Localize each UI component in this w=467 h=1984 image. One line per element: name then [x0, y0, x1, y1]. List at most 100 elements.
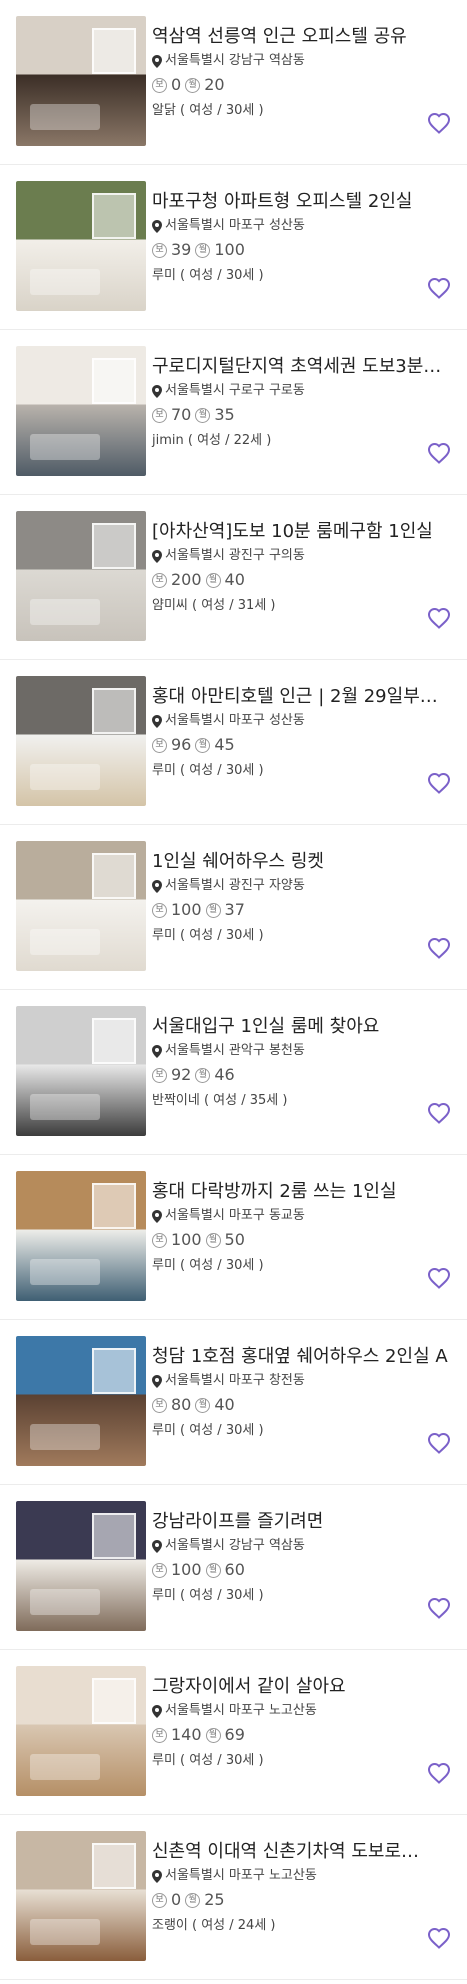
location-pin-icon [152, 549, 162, 563]
listing-address: 서울특별시 마포구 노고산동 [165, 1703, 317, 1718]
listing-host: 알닭 ( 여성 / 30세 ) [152, 103, 264, 118]
photo-furniture-shape [30, 599, 100, 625]
heart-icon[interactable] [427, 1432, 451, 1454]
deposit-badge: 보 [152, 1232, 167, 1248]
rent-value: 46 [214, 1065, 235, 1084]
listing-photo [16, 1666, 146, 1796]
deposit-badge: 보 [152, 572, 167, 588]
location-pin-icon [152, 1539, 162, 1553]
rent-value: 37 [224, 900, 245, 919]
listing-address-row: 서울특별시 강남구 역삼동 [152, 52, 451, 70]
rent-badge: 월 [205, 902, 221, 918]
photo-furniture-shape [30, 764, 100, 790]
rent-badge: 월 [205, 1232, 221, 1248]
listing-address: 서울특별시 마포구 성산동 [165, 713, 305, 728]
photo-window-shape [92, 688, 136, 734]
listing-card-8[interactable]: 홍대 다락방까지 2룸 쓰는 1인실 서울특별시 마포구 동교동 보 100 월… [0, 1155, 467, 1320]
rent-badge: 월 [195, 407, 211, 423]
listing-prices: 보 100 월 60 [152, 1560, 451, 1580]
listing-photo [16, 1831, 146, 1961]
listing-card-10[interactable]: 강남라이프를 즐기려면 서울특별시 강남구 역삼동 보 100 월 60 루미 … [0, 1485, 467, 1650]
listing-photo [16, 1501, 146, 1631]
deposit-value: 0 [171, 1890, 182, 1909]
heart-icon[interactable] [427, 937, 451, 959]
deposit-badge: 보 [152, 1727, 167, 1743]
rent-badge: 월 [185, 1892, 201, 1908]
location-pin-icon [152, 54, 162, 68]
heart-icon[interactable] [427, 442, 451, 464]
photo-furniture-shape [30, 929, 100, 955]
listing-title: 역삼역 선릉역 인근 오피스텔 공유 [152, 26, 407, 47]
location-pin-icon [152, 714, 162, 728]
listing-card-12[interactable]: 신촌역 이대역 신촌기차역 도보로… 서울특별시 마포구 노고산동 보 0 월 … [0, 1815, 467, 1980]
listing-card-6[interactable]: 1인실 쉐어하우스 링켓 서울특별시 광진구 자양동 보 100 월 37 루미… [0, 825, 467, 990]
deposit-value: 200 [171, 570, 202, 589]
heart-icon[interactable] [427, 772, 451, 794]
heart-icon[interactable] [427, 1927, 451, 1949]
heart-icon[interactable] [427, 607, 451, 629]
deposit-badge: 보 [152, 1067, 167, 1083]
location-pin-icon [152, 1869, 162, 1883]
listing-host: 루미 ( 여성 / 30세 ) [152, 1423, 264, 1438]
listing-card-5[interactable]: 홍대 아만티호텔 인근 | 2월 29일부… 서울특별시 마포구 성산동 보 9… [0, 660, 467, 825]
listing-host: 루미 ( 여성 / 30세 ) [152, 763, 264, 778]
rent-badge: 월 [195, 1397, 211, 1413]
listing-address-row: 서울특별시 마포구 성산동 [152, 712, 451, 730]
listing-prices: 보 100 월 37 [152, 900, 451, 920]
listing-host: 루미 ( 여성 / 30세 ) [152, 1588, 264, 1603]
rent-value: 50 [224, 1230, 245, 1249]
listing-card-4[interactable]: [아차산역]도보 10분 룸메구함 1인실 서울특별시 광진구 구의동 보 20… [0, 495, 467, 660]
listing-photo [16, 1336, 146, 1466]
photo-furniture-shape [30, 104, 100, 130]
listing-address: 서울특별시 구로구 구로동 [165, 383, 305, 398]
deposit-value: 70 [171, 405, 192, 424]
listing-host: 루미 ( 여성 / 30세 ) [152, 928, 264, 943]
listing-card-11[interactable]: 그랑자이에서 같이 살아요 서울특별시 마포구 노고산동 보 140 월 69 … [0, 1650, 467, 1815]
location-pin-icon [152, 384, 162, 398]
listing-card-2[interactable]: 마포구청 아파트형 오피스텔 2인실 서울특별시 마포구 성산동 보 39 월 … [0, 165, 467, 330]
listing-card-3[interactable]: 구로디지털단지역 초역세권 도보3분… 서울특별시 구로구 구로동 보 70 월… [0, 330, 467, 495]
photo-window-shape [92, 1513, 136, 1559]
listing-card-7[interactable]: 서울대입구 1인실 룸메 찾아요 서울특별시 관악구 봉천동 보 92 월 46… [0, 990, 467, 1155]
listing-prices: 보 39 월 100 [152, 240, 451, 260]
listing-info: 구로디지털단지역 초역세권 도보3분… 서울특별시 구로구 구로동 보 70 월… [152, 346, 451, 478]
heart-icon[interactable] [427, 277, 451, 299]
deposit-value: 0 [171, 75, 182, 94]
listing-address: 서울특별시 마포구 노고산동 [165, 1868, 317, 1883]
photo-furniture-shape [30, 434, 100, 460]
listing-address: 서울특별시 관악구 봉천동 [165, 1043, 305, 1058]
heart-icon[interactable] [427, 1267, 451, 1289]
listing-photo [16, 1171, 146, 1301]
photo-furniture-shape [30, 1919, 100, 1945]
listing-prices: 보 92 월 46 [152, 1065, 451, 1085]
listing-info: 역삼역 선릉역 인근 오피스텔 공유 서울특별시 강남구 역삼동 보 0 월 2… [152, 16, 451, 148]
listing-address-row: 서울특별시 구로구 구로동 [152, 382, 451, 400]
deposit-value: 100 [171, 1560, 202, 1579]
photo-window-shape [92, 1018, 136, 1064]
listing-card-1[interactable]: 역삼역 선릉역 인근 오피스텔 공유 서울특별시 강남구 역삼동 보 0 월 2… [0, 0, 467, 165]
photo-furniture-shape [30, 269, 100, 295]
listing-host: 루미 ( 여성 / 30세 ) [152, 268, 264, 283]
heart-icon[interactable] [427, 1597, 451, 1619]
listing-prices: 보 0 월 20 [152, 75, 451, 95]
photo-window-shape [92, 193, 136, 239]
listing-title: 1인실 쉐어하우스 링켓 [152, 851, 324, 872]
location-pin-icon [152, 1044, 162, 1058]
listing-host: 반짝이네 ( 여성 / 35세 ) [152, 1093, 288, 1108]
listing-photo [16, 511, 146, 641]
heart-icon[interactable] [427, 1102, 451, 1124]
photo-furniture-shape [30, 1754, 100, 1780]
heart-icon[interactable] [427, 1762, 451, 1784]
listing-prices: 보 140 월 69 [152, 1725, 451, 1745]
photo-window-shape [92, 1183, 136, 1229]
heart-icon[interactable] [427, 112, 451, 134]
listing-prices: 보 96 월 45 [152, 735, 451, 755]
rent-badge: 월 [195, 242, 211, 258]
listing-host: 얌미씨 ( 여성 / 31세 ) [152, 598, 276, 613]
listing-photo [16, 346, 146, 476]
deposit-badge: 보 [152, 407, 167, 423]
photo-window-shape [92, 358, 136, 404]
listing-card-9[interactable]: 청담 1호점 홍대옆 쉐어하우스 2인실 A 서울특별시 마포구 창전동 보 8… [0, 1320, 467, 1485]
listing-title: 마포구청 아파트형 오피스텔 2인실 [152, 191, 413, 212]
deposit-value: 80 [171, 1395, 192, 1414]
